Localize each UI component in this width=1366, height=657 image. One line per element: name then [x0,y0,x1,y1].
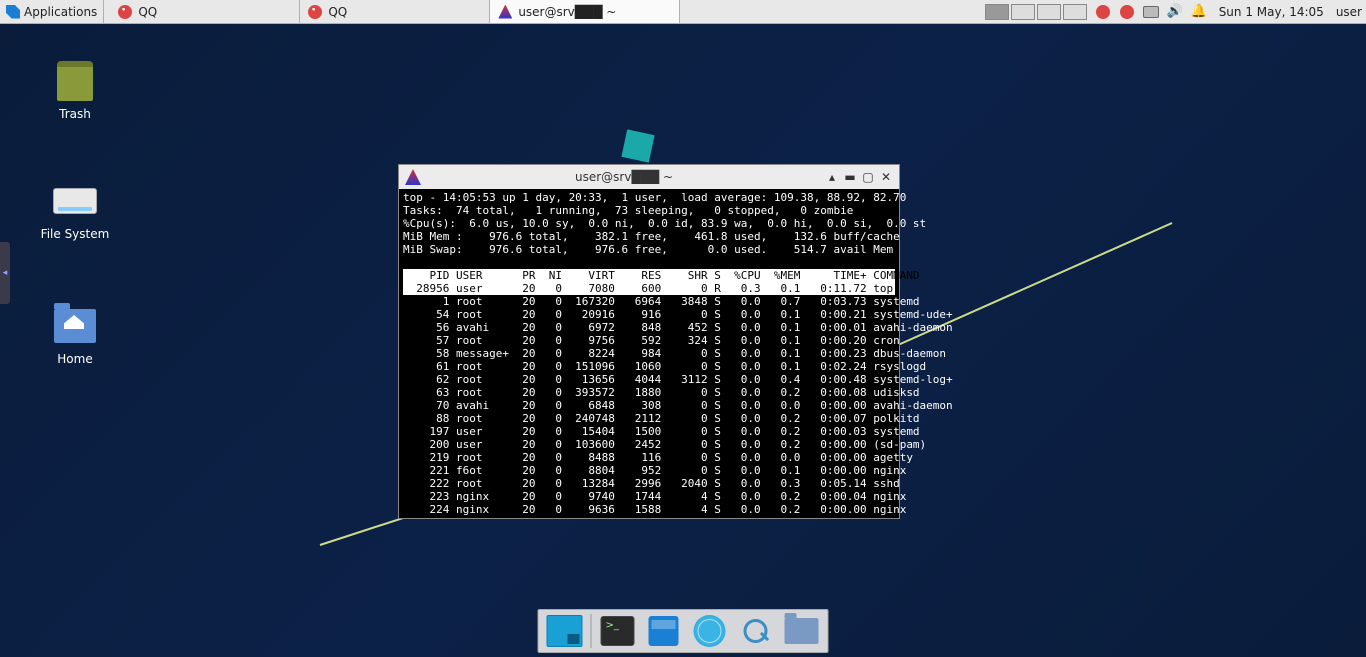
printer-tray-icon[interactable] [1143,4,1159,20]
minimize-button[interactable]: ▬ [843,170,857,184]
terminal-icon [601,616,635,646]
applications-menu[interactable]: Applications [0,0,104,23]
top-cpu-line: %Cpu(s): 6.0 us, 10.0 sy, 0.0 ni, 0.0 id… [403,217,926,230]
process-row: 222 root 20 0 13284 2996 2040 S 0.0 0.3 … [403,477,953,490]
process-row: 224 nginx 20 0 9636 1588 4 S 0.0 0.2 0:0… [403,503,953,516]
workspace-1[interactable] [985,4,1009,20]
window-title: user@srv███ ~ [575,170,673,184]
top-mem-line: MiB Mem : 976.6 total, 382.1 free, 461.8… [403,230,900,243]
applications-label: Applications [24,5,97,19]
process-row: 58 message+ 20 0 8224 984 0 S 0.0 0.1 0:… [403,347,953,360]
task-label: user@srv███ ~ [518,5,616,19]
clock[interactable]: Sun 1 May, 14:05 [1215,5,1328,19]
icon-label: Trash [30,107,120,121]
wallpaper-cube [621,129,654,162]
dock-web-browser[interactable] [690,611,730,651]
folder-icon [785,618,819,644]
file-manager-icon [649,616,679,646]
icon-label: File System [30,227,120,241]
task-label: QQ [138,5,157,19]
globe-icon [694,615,726,647]
icon-label: Home [30,352,120,366]
process-row: 223 nginx 20 0 9740 1744 4 S 0.0 0.2 0:0… [403,490,953,503]
window-titlebar[interactable]: user@srv███ ~ ▴ ▬ ▢ ✕ [399,165,899,189]
volume-icon[interactable] [1167,4,1183,20]
top-panel: Applications QQ QQ user@srv███ ~ Sun 1 M… [0,0,1366,24]
process-row: 221 f6ot 20 0 8804 952 0 S 0.0 0.1 0:00.… [403,464,953,477]
top-summary-line: top - 14:05:53 up 1 day, 20:33, 1 user, … [403,191,906,204]
qq-tray-icon[interactable] [1095,4,1111,20]
dock-file-manager[interactable] [644,611,684,651]
close-button[interactable]: ✕ [879,170,893,184]
trash-icon [57,61,93,101]
process-row: 70 avahi 20 0 6848 308 0 S 0.0 0.0 0:00.… [403,399,953,412]
taskbar-item-terminal[interactable]: user@srv███ ~ [490,0,680,23]
workspace-switcher[interactable] [985,4,1087,20]
qq-tray-icon-2[interactable] [1119,4,1135,20]
terminal-output[interactable]: top - 14:05:53 up 1 day, 20:33, 1 user, … [399,189,899,518]
notifications-icon[interactable] [1191,4,1207,20]
window-menu-button[interactable]: ▴ [825,170,839,184]
show-desktop-icon [547,615,583,647]
xfce-logo-icon [6,5,20,19]
process-row: 62 root 20 0 13656 4044 3112 S 0.0 0.4 0… [403,373,953,386]
taskbar-item-qq-1[interactable]: QQ [110,0,300,23]
process-row: 63 root 20 0 393572 1880 0 S 0.0 0.2 0:0… [403,386,953,399]
user-menu[interactable]: user [1336,5,1362,19]
process-row: 61 root 20 0 151096 1060 0 S 0.0 0.1 0:0… [403,360,953,373]
process-row: 57 root 20 0 9756 592 324 S 0.0 0.1 0:00… [403,334,953,347]
task-label: QQ [328,5,347,19]
process-row: 56 avahi 20 0 6972 848 452 S 0.0 0.1 0:0… [403,321,953,334]
desktop-icon-home[interactable]: Home [30,304,120,366]
workspace-2[interactable] [1011,4,1035,20]
panel-autohide-handle[interactable] [0,242,10,304]
process-row: 197 user 20 0 15404 1500 0 S 0.0 0.2 0:0… [403,425,953,438]
dock-folder[interactable] [782,611,822,651]
panel-right: Sun 1 May, 14:05 user [985,0,1366,23]
terminal-window[interactable]: user@srv███ ~ ▴ ▬ ▢ ✕ top - 14:05:53 up … [398,164,900,519]
desktop[interactable]: Trash File System Home user@srv███ ~ ▴ ▬… [0,24,1366,657]
top-swap-line: MiB Swap: 976.6 total, 976.6 free, 0.0 u… [403,243,893,256]
terminal-icon [498,5,512,19]
drive-icon [53,188,97,214]
process-row: 88 root 20 0 240748 2112 0 S 0.0 0.2 0:0… [403,412,953,425]
desktop-icon-trash[interactable]: Trash [30,59,120,121]
process-row: 54 root 20 0 20916 916 0 S 0.0 0.1 0:00.… [403,308,953,321]
process-row: 219 root 20 0 8488 116 0 S 0.0 0.0 0:00.… [403,451,953,464]
process-row: 28956 user 20 0 7080 600 0 R 0.3 0.1 0:1… [403,282,895,295]
dock-app-finder[interactable] [736,611,776,651]
workspace-4[interactable] [1063,4,1087,20]
process-row: 1 root 20 0 167320 6964 3848 S 0.0 0.7 0… [403,295,953,308]
dock-terminal[interactable] [598,611,638,651]
qq-icon [118,5,132,19]
desktop-icon-filesystem[interactable]: File System [30,179,120,241]
bottom-dock [538,609,829,653]
home-folder-icon [54,309,96,343]
maximize-button[interactable]: ▢ [861,170,875,184]
qq-icon [308,5,322,19]
dock-separator [591,614,592,648]
terminal-app-icon [405,169,421,185]
top-tasks-line: Tasks: 74 total, 1 running, 73 sleeping,… [403,204,853,217]
taskbar-item-qq-2[interactable]: QQ [300,0,490,23]
process-row: 200 user 20 0 103600 2452 0 S 0.0 0.2 0:… [403,438,953,451]
top-column-header: PID USER PR NI VIRT RES SHR S %CPU %MEM … [403,269,895,282]
workspace-3[interactable] [1037,4,1061,20]
show-desktop-button[interactable] [545,611,585,651]
search-icon [740,615,772,647]
